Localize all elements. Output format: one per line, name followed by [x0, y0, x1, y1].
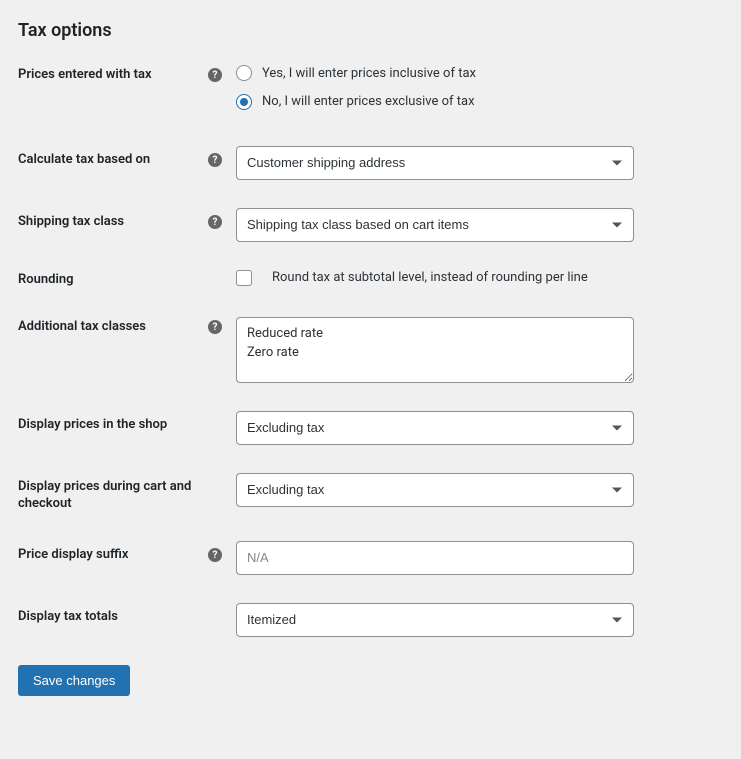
calculate-tax-select[interactable]: Customer shipping address — [236, 146, 634, 180]
help-icon[interactable]: ? — [208, 215, 222, 229]
display-cart-select[interactable]: Excluding tax — [236, 473, 634, 507]
display-cart-label: Display prices during cart and checkout — [18, 479, 208, 513]
prices-inclusive-radio[interactable] — [236, 65, 252, 81]
display-totals-label: Display tax totals — [18, 609, 118, 626]
display-shop-label: Display prices in the shop — [18, 417, 167, 434]
additional-classes-label: Additional tax classes — [18, 319, 146, 336]
price-suffix-input[interactable] — [236, 541, 634, 575]
shipping-tax-class-label: Shipping tax class — [18, 214, 124, 231]
display-shop-select[interactable]: Excluding tax — [236, 411, 634, 445]
rounding-check-label: Round tax at subtotal level, instead of … — [272, 270, 588, 285]
help-icon[interactable]: ? — [208, 320, 222, 334]
display-totals-select[interactable]: Itemized — [236, 603, 634, 637]
additional-classes-textarea[interactable] — [236, 317, 634, 383]
display-shop-select-wrap: Excluding tax — [236, 411, 634, 445]
prices-exclusive-radio[interactable] — [236, 94, 252, 110]
display-cart-select-wrap: Excluding tax — [236, 473, 634, 507]
help-icon[interactable]: ? — [208, 68, 222, 82]
price-suffix-label: Price display suffix — [18, 547, 128, 564]
rounding-option[interactable]: Round tax at subtotal level, instead of … — [236, 270, 588, 286]
shipping-tax-class-select[interactable]: Shipping tax class based on cart items — [236, 208, 634, 242]
prices-entered-label: Prices entered with tax — [18, 67, 152, 84]
help-icon[interactable]: ? — [208, 548, 222, 562]
save-button[interactable]: Save changes — [18, 665, 130, 696]
rounding-checkbox[interactable] — [236, 270, 252, 286]
rounding-label: Rounding — [18, 272, 74, 289]
display-totals-select-wrap: Itemized — [236, 603, 634, 637]
page-title: Tax options — [18, 20, 723, 41]
help-icon[interactable]: ? — [208, 153, 222, 167]
prices-exclusive-option[interactable]: No, I will enter prices exclusive of tax — [236, 94, 475, 110]
shipping-tax-class-select-wrap: Shipping tax class based on cart items — [236, 208, 634, 242]
calculate-tax-label: Calculate tax based on — [18, 152, 150, 169]
prices-exclusive-label: No, I will enter prices exclusive of tax — [262, 94, 475, 109]
calculate-tax-select-wrap: Customer shipping address — [236, 146, 634, 180]
prices-inclusive-label: Yes, I will enter prices inclusive of ta… — [262, 66, 476, 81]
prices-inclusive-option[interactable]: Yes, I will enter prices inclusive of ta… — [236, 65, 476, 81]
